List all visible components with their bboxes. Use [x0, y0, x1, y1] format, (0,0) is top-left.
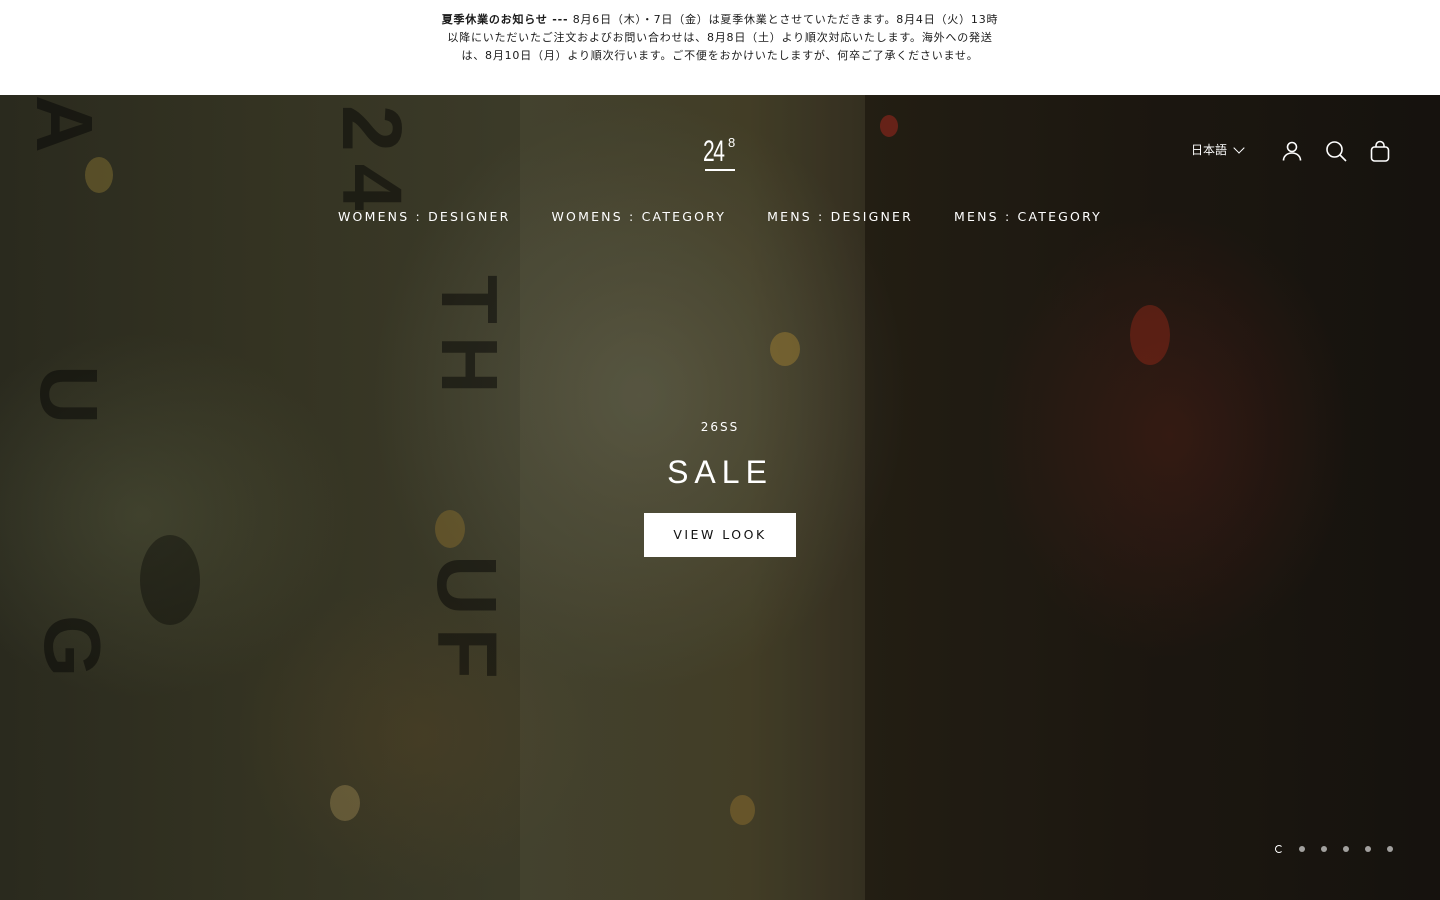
- cart-icon[interactable]: [1368, 139, 1392, 163]
- hero-texture-speck: [730, 795, 755, 825]
- view-look-button[interactable]: VIEW LOOK: [644, 513, 796, 557]
- nav-item-womens-designer[interactable]: WOMENS : DESIGNER: [338, 209, 511, 224]
- hero-content: 26SS SALE VIEW LOOK: [0, 420, 1440, 557]
- language-selector[interactable]: 日本語: [1191, 141, 1245, 158]
- announcement-bar: 夏季休業のお知らせ --- 8月6日（木）・7日（金）は夏季休業とさせていただき…: [0, 0, 1440, 95]
- slide-dot-1[interactable]: [1275, 845, 1283, 853]
- search-icon[interactable]: [1324, 139, 1348, 163]
- announcement-title: 夏季休業のお知らせ ---: [441, 13, 569, 26]
- slide-dot-5[interactable]: [1365, 846, 1371, 852]
- slideshow-pagination: [1275, 845, 1393, 853]
- logo-underline: [705, 169, 735, 171]
- hero-texture-speck: [1130, 305, 1170, 365]
- slide-dot-4[interactable]: [1343, 846, 1349, 852]
- main-navigation: WOMENS : DESIGNER WOMENS : CATEGORY MENS…: [0, 209, 1440, 224]
- hero-stencil-graphic: UF: [420, 555, 514, 691]
- hero-texture-speck: [330, 785, 360, 821]
- logo-superscript: 8: [728, 135, 736, 150]
- account-icon[interactable]: [1280, 139, 1304, 163]
- hero-stencil-graphic: G: [28, 615, 117, 690]
- language-label: 日本語: [1191, 143, 1228, 157]
- nav-item-mens-category[interactable]: MENS : CATEGORY: [954, 209, 1102, 224]
- logo-text: 24: [703, 135, 725, 168]
- hero-texture-speck: [770, 332, 800, 366]
- slide-dot-6[interactable]: [1387, 846, 1393, 852]
- chevron-down-icon: [1233, 141, 1245, 154]
- announcement-text: 夏季休業のお知らせ --- 8月6日（木）・7日（金）は夏季休業とさせていただき…: [440, 11, 1000, 95]
- slide-dot-3[interactable]: [1321, 846, 1327, 852]
- site-logo[interactable]: 24 8: [703, 131, 743, 175]
- nav-item-mens-designer[interactable]: MENS : DESIGNER: [767, 209, 913, 224]
- slide-dot-2[interactable]: [1299, 846, 1305, 852]
- hero-headline: SALE: [667, 454, 773, 490]
- hero-eyebrow: 26SS: [700, 420, 740, 434]
- nav-item-womens-category[interactable]: WOMENS : CATEGORY: [551, 209, 726, 224]
- hero-stencil-graphic: TH: [425, 275, 514, 406]
